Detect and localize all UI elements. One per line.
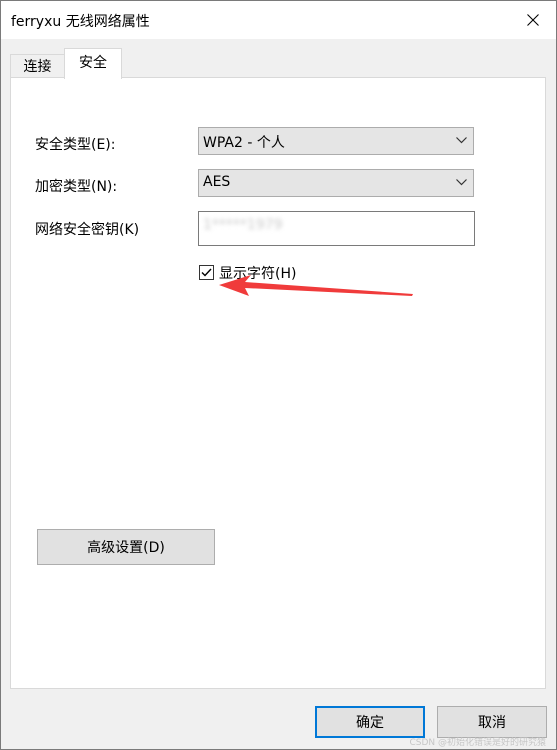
advanced-settings-button[interactable]: 高级设置(D)	[37, 529, 215, 565]
encryption-type-value: AES	[203, 174, 231, 190]
ok-button[interactable]: 确定	[315, 706, 425, 738]
properties-window: ferryxu 无线网络属性 连接 安全 安全类型(E): WPA2 - 个人 …	[0, 0, 557, 750]
tab-security[interactable]: 安全	[64, 48, 122, 79]
security-type-select[interactable]: WPA2 - 个人	[198, 127, 474, 155]
security-type-value: WPA2 - 个人	[203, 135, 285, 151]
security-type-label: 安全类型(E):	[35, 137, 116, 153]
encryption-type-label: 加密类型(N):	[35, 179, 118, 195]
network-key-value: 1*****1979	[203, 217, 283, 233]
close-button[interactable]	[510, 1, 556, 39]
network-key-input[interactable]: 1*****1979	[198, 211, 475, 246]
annotation-arrow	[219, 275, 413, 296]
watermark: CSDN @初始化错误是好的研究猿	[409, 738, 546, 748]
security-panel: 安全类型(E): WPA2 - 个人 加密类型(N): AES 网络安全密钥(K…	[10, 77, 546, 689]
close-icon	[527, 14, 539, 26]
cancel-button[interactable]: 取消	[437, 706, 547, 738]
window-title: ferryxu 无线网络属性	[11, 14, 150, 30]
tab-connection[interactable]: 连接	[10, 54, 65, 78]
chevron-down-icon	[456, 137, 467, 144]
encryption-type-select[interactable]: AES	[198, 169, 474, 197]
network-key-label: 网络安全密钥(K)	[35, 222, 140, 238]
chevron-down-icon	[456, 179, 467, 186]
title-bar: ferryxu 无线网络属性	[1, 1, 556, 39]
